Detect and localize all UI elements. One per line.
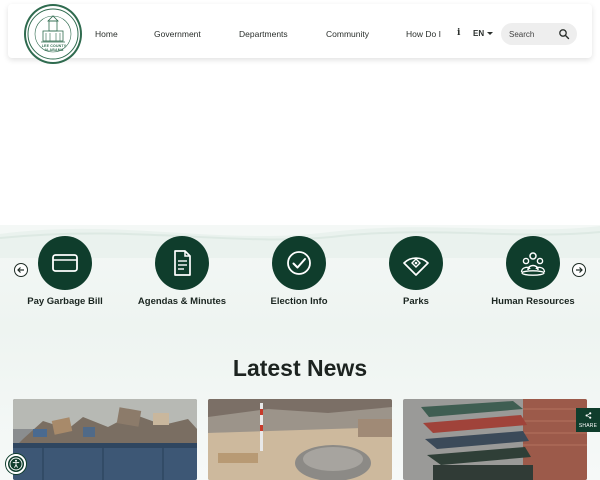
accessibility-button[interactable] [6, 454, 26, 474]
share-icon [585, 412, 591, 419]
nav-community[interactable]: Community [326, 29, 369, 39]
language-selector[interactable]: EN [473, 29, 494, 38]
news-card-1[interactable] [13, 399, 197, 480]
quick-link-circle [272, 236, 326, 290]
latest-news-heading: Latest News [232, 355, 368, 381]
quick-link-label: Pay Garbage Bill [27, 296, 103, 307]
quick-link-agendas-minutes[interactable]: Agendas & Minutes [122, 236, 242, 307]
baseball-field-icon [403, 257, 429, 276]
quick-link-label: Election Info [270, 296, 328, 307]
quick-link-circle [506, 236, 560, 290]
credit-card-icon [52, 254, 78, 272]
seal-icon [27, 8, 79, 60]
quick-link-parks[interactable]: Parks [356, 236, 476, 307]
quick-link-human-resources[interactable]: Human Resources [473, 236, 593, 307]
checkmark-icon [287, 251, 311, 275]
quick-link-pay-garbage-bill[interactable]: Pay Garbage Bill [5, 236, 125, 307]
quick-link-circle [38, 236, 92, 290]
quick-link-label: Agendas & Minutes [137, 296, 227, 307]
nav-government[interactable]: Government [154, 29, 201, 39]
news-card-2[interactable] [208, 399, 392, 480]
accessibility-icon [9, 457, 23, 471]
search-box[interactable] [501, 23, 577, 45]
quick-link-circle [155, 236, 209, 290]
garbage-bins-photo [403, 399, 587, 480]
info-icon[interactable]: i [457, 28, 460, 38]
site-header: LEE COUNTY ALABAMA Home Government Depar… [8, 4, 592, 64]
chevron-down-icon [487, 32, 494, 35]
dumpster-debris-photo [13, 399, 197, 480]
quick-link-circle [389, 236, 443, 290]
document-icon [174, 250, 191, 276]
quick-link-label: Human Resources [491, 296, 575, 307]
search-icon[interactable] [558, 28, 570, 40]
share-button[interactable]: SHARE [576, 408, 600, 432]
quick-link-label: Parks [403, 296, 429, 307]
language-label: EN [473, 29, 485, 38]
nav-home[interactable]: Home [95, 29, 118, 39]
quick-link-election-info[interactable]: Election Info [239, 236, 359, 307]
seal-text: LEE COUNTY ALABAMA [41, 44, 67, 52]
share-label: SHARE [578, 423, 598, 429]
county-seal-logo[interactable] [24, 4, 82, 64]
people-group-icon [520, 252, 546, 276]
nav-how-do-i[interactable]: How Do I [406, 29, 441, 39]
news-card-3[interactable] [403, 399, 587, 480]
nav-departments[interactable]: Departments [239, 29, 288, 39]
search-input[interactable] [509, 27, 559, 41]
construction-site-photo [208, 399, 392, 480]
